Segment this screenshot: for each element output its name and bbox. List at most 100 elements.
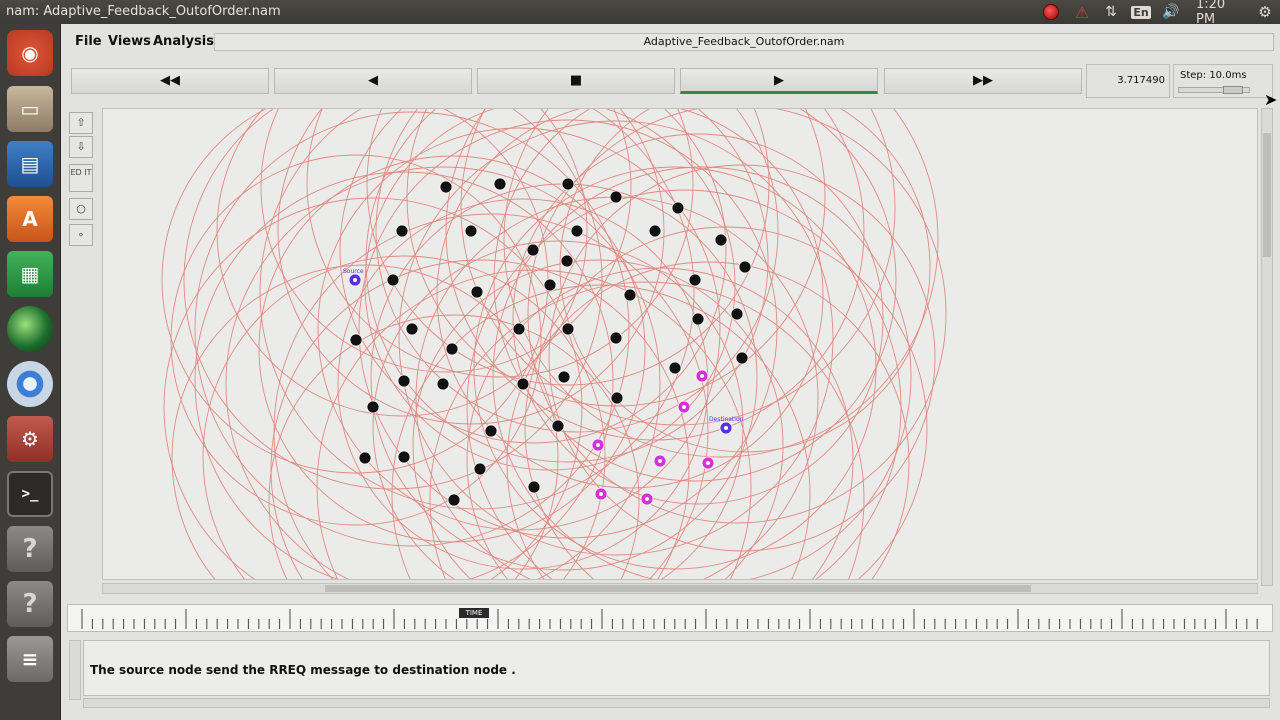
trash-icon[interactable]: ≡ xyxy=(7,636,53,682)
node[interactable] xyxy=(668,361,682,375)
horizontal-scroll-thumb[interactable] xyxy=(325,585,1031,592)
node-center xyxy=(706,461,710,465)
language-label: En xyxy=(1131,5,1151,19)
node[interactable] xyxy=(688,273,702,287)
node[interactable] xyxy=(730,307,744,321)
vertical-scroll-thumb[interactable] xyxy=(1263,133,1271,257)
network-icon[interactable]: ⇅ xyxy=(1102,3,1120,21)
range-circle xyxy=(375,109,779,433)
canvas-horizontal-scrollbar[interactable] xyxy=(102,583,1258,594)
fast-forward-button[interactable]: ▶▶ xyxy=(884,68,1082,94)
node[interactable] xyxy=(560,254,574,268)
node[interactable] xyxy=(648,224,662,238)
node[interactable] xyxy=(738,260,752,274)
calc-icon[interactable]: ▦ xyxy=(7,251,53,297)
annotation-text: The source node send the RREQ message to… xyxy=(90,663,516,677)
node[interactable] xyxy=(516,377,530,391)
annotation-horizontal-scrollbar[interactable] xyxy=(83,698,1270,708)
terminal-icon[interactable]: >_ xyxy=(7,471,53,517)
node[interactable] xyxy=(397,374,411,388)
canvas-vertical-scrollbar[interactable] xyxy=(1261,108,1273,586)
small-circle-tool-icon[interactable]: ∘ xyxy=(69,224,93,246)
node[interactable] xyxy=(484,424,498,438)
launcher: ◉ ▭ ▤ A ▦ ⚙ >_ ? ? ≡ xyxy=(0,24,61,720)
node[interactable] xyxy=(493,177,507,191)
menu-analysis[interactable]: Analysis xyxy=(153,34,214,49)
zoom-in-icon[interactable]: ⇧ xyxy=(69,112,93,134)
range-circle xyxy=(183,109,603,490)
node-center xyxy=(645,497,649,501)
time-slider[interactable]: TIME xyxy=(67,604,1273,632)
node-center xyxy=(658,459,662,463)
node[interactable] xyxy=(526,243,540,257)
menu-file[interactable]: File xyxy=(75,34,102,49)
node[interactable] xyxy=(610,391,624,405)
stop-button[interactable]: ■ xyxy=(477,68,675,94)
node[interactable] xyxy=(447,493,461,507)
record-icon[interactable] xyxy=(1042,3,1060,21)
node[interactable] xyxy=(512,322,526,336)
range-circle xyxy=(445,109,865,441)
chromium-icon[interactable] xyxy=(7,361,53,407)
node[interactable] xyxy=(473,462,487,476)
node[interactable] xyxy=(714,233,728,247)
node-center xyxy=(599,492,603,496)
node[interactable] xyxy=(366,400,380,414)
node[interactable] xyxy=(386,273,400,287)
play-backward-button[interactable]: ◀ xyxy=(274,68,472,94)
node[interactable] xyxy=(405,322,419,336)
circle-tool-icon[interactable]: ○ xyxy=(69,198,93,220)
time-slider-thumb[interactable]: TIME xyxy=(459,608,489,618)
step-slider-thumb[interactable] xyxy=(1223,86,1243,94)
node[interactable] xyxy=(358,451,372,465)
menu-views[interactable]: Views xyxy=(108,34,151,49)
node[interactable] xyxy=(671,201,685,215)
ubuntu-logo-icon[interactable]: ◉ xyxy=(7,30,53,76)
node[interactable] xyxy=(735,351,749,365)
node[interactable] xyxy=(543,278,557,292)
writer-icon[interactable]: ▤ xyxy=(7,141,53,187)
zoom-out-icon[interactable]: ⇩ xyxy=(69,136,93,158)
files-icon[interactable]: ▭ xyxy=(7,86,53,132)
node[interactable] xyxy=(445,342,459,356)
node[interactable] xyxy=(561,322,575,336)
help-icon[interactable]: ? xyxy=(7,526,53,572)
volume-icon[interactable]: 🔊 xyxy=(1161,3,1181,21)
node[interactable] xyxy=(527,480,541,494)
globe-icon[interactable] xyxy=(7,306,53,352)
node[interactable] xyxy=(436,377,450,391)
node[interactable] xyxy=(561,177,575,191)
play-forward-button[interactable]: ▶ xyxy=(680,68,878,94)
node[interactable] xyxy=(397,450,411,464)
software-center-icon[interactable]: A xyxy=(7,196,53,242)
node-center xyxy=(682,405,686,409)
annotation-vertical-scrollbar[interactable] xyxy=(69,640,81,700)
node[interactable] xyxy=(623,288,637,302)
node[interactable] xyxy=(691,312,705,326)
node[interactable] xyxy=(395,224,409,238)
node[interactable] xyxy=(470,285,484,299)
clock[interactable]: 1:20 PM xyxy=(1196,0,1248,27)
help-icon[interactable]: ? xyxy=(7,581,53,627)
node[interactable] xyxy=(464,224,478,238)
range-circle xyxy=(171,264,559,579)
step-slider[interactable] xyxy=(1178,86,1250,94)
node-center xyxy=(700,374,704,378)
edit-button[interactable]: ED IT xyxy=(69,164,93,192)
node[interactable] xyxy=(349,333,363,347)
keyboard-language-indicator[interactable]: En xyxy=(1131,3,1151,21)
settings-icon[interactable]: ⚙ xyxy=(7,416,53,462)
step-label: Step: 10.0ms xyxy=(1180,70,1247,81)
rewind-button[interactable]: ◀◀ xyxy=(71,68,269,94)
network-animation-canvas[interactable]: Source Destination xyxy=(102,108,1258,580)
warning-icon[interactable]: ⚠ xyxy=(1072,3,1092,22)
node[interactable] xyxy=(557,370,571,384)
node[interactable] xyxy=(609,190,623,204)
node[interactable] xyxy=(551,419,565,433)
node[interactable] xyxy=(439,180,453,194)
node[interactable] xyxy=(609,331,623,345)
range-circle xyxy=(225,166,661,579)
node[interactable] xyxy=(570,224,584,238)
time-ticks xyxy=(81,609,1258,629)
session-gear-icon[interactable]: ⚙ xyxy=(1256,3,1274,21)
